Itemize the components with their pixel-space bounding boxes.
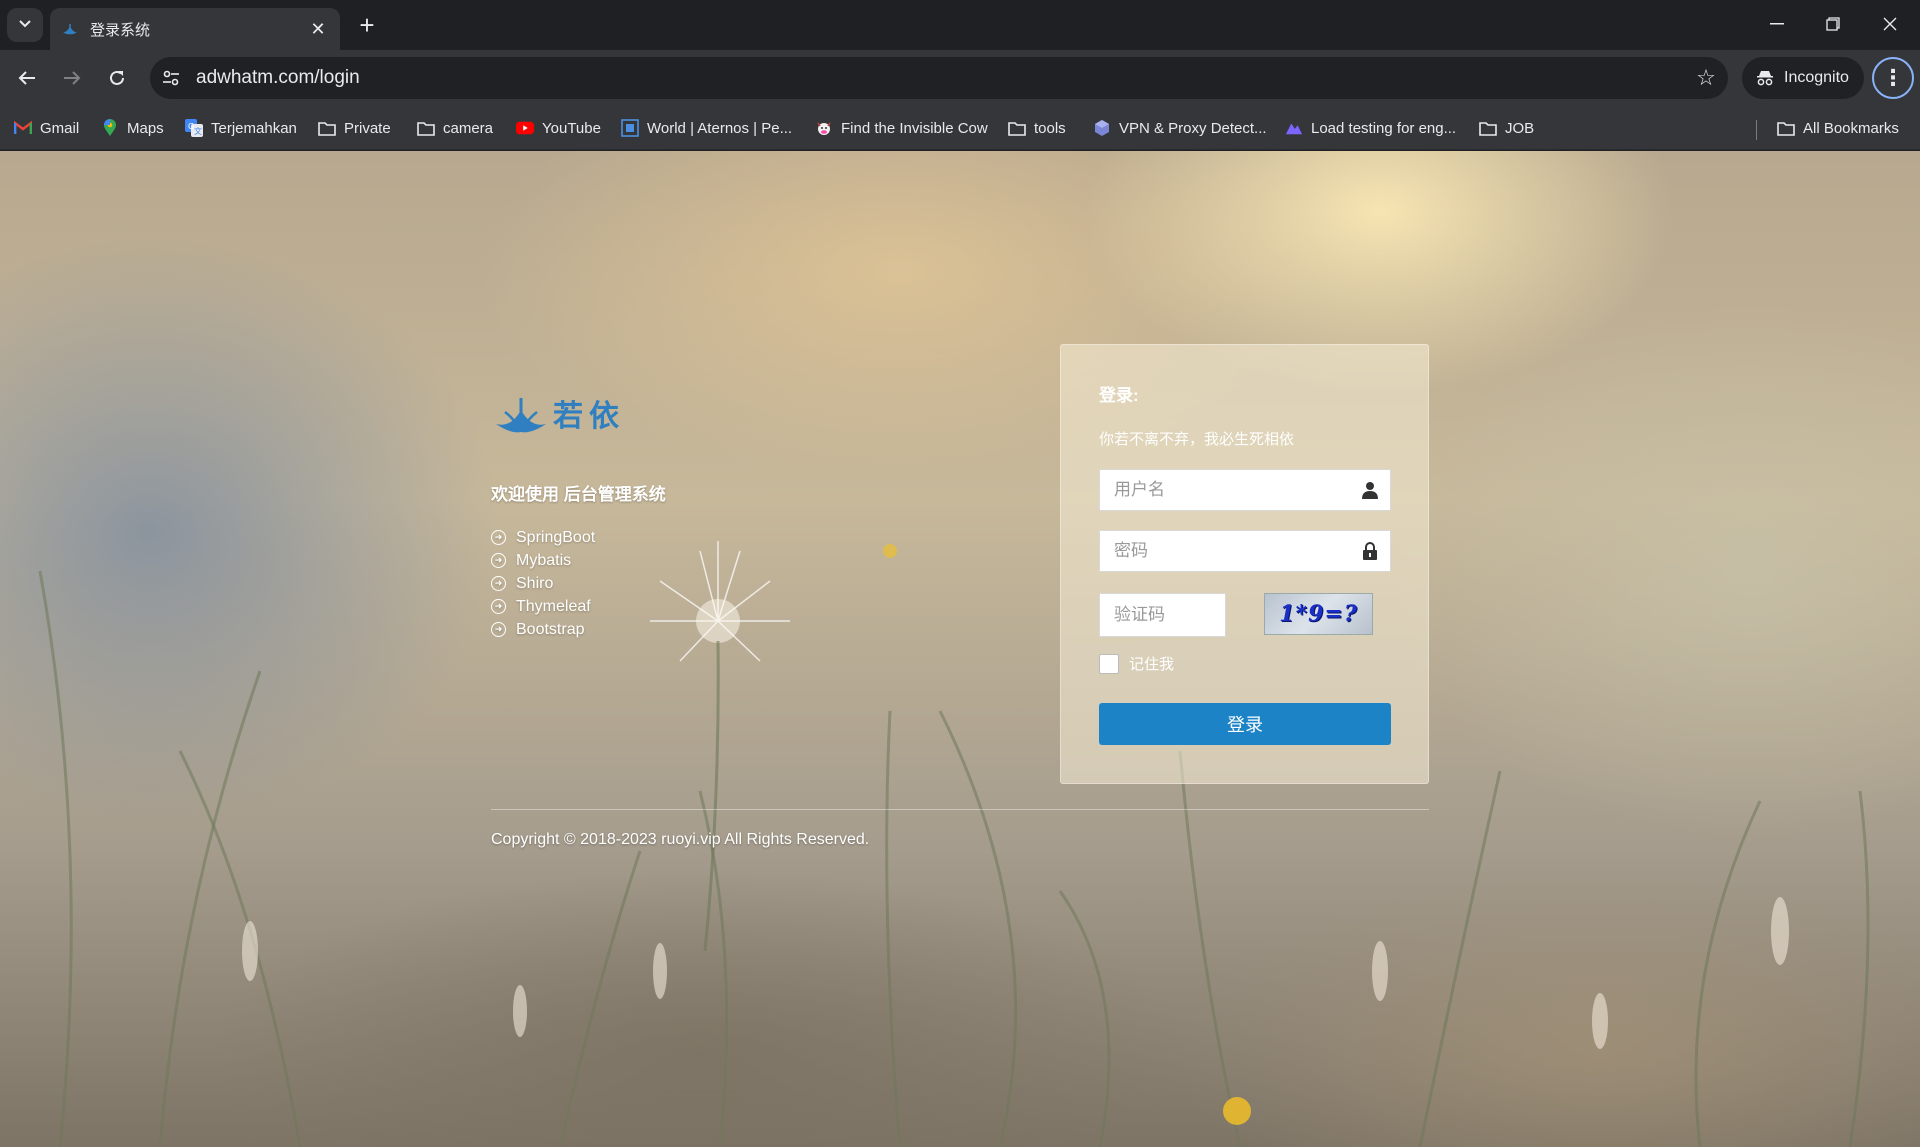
login-title: 登录: [1099,386,1139,405]
svg-text:文: 文 [194,126,202,136]
close-window-icon[interactable] [1870,8,1910,40]
bookmark-youtube[interactable]: YouTube [516,116,601,140]
chevron-down-icon [18,18,32,32]
bookmark-vpn-proxy[interactable]: VPN & Proxy Detect... [1093,116,1267,140]
remember-checkbox[interactable] [1099,653,1119,674]
feature-item: ➜ Bootstrap [491,618,595,641]
tab-title: 登录系统 [90,21,151,39]
password-field [1099,530,1391,572]
active-tab[interactable]: 登录系统 ✕ [50,8,340,50]
browser-menu-icon[interactable]: ⋮ [1872,57,1914,99]
bookmark-invisible-cow[interactable]: Find the Invisible Cow [815,116,988,140]
new-tab-button[interactable]: + [352,10,382,40]
bookmark-aternos[interactable]: World | Aternos | Pe... [621,116,792,140]
k6-icon [1285,119,1303,137]
url-text: adwhatm.com/login [196,67,360,88]
bookmark-camera[interactable]: camera [417,116,493,140]
folder-icon [1008,119,1026,137]
username-input[interactable] [1100,470,1350,510]
arrow-circle-icon: ➜ [491,599,506,614]
captcha-image[interactable]: 1*9=? [1264,593,1373,635]
login-form: 登录: 你若不离不弃，我必生死相依 1*9=? 记住我 登录 [1060,344,1429,784]
background-grass-image [38,541,1870,1147]
arrow-circle-icon: ➜ [491,622,506,637]
restore-icon[interactable] [1813,8,1853,40]
bookmark-star-icon[interactable]: ☆ [1684,57,1728,99]
welcome-heading: 欢迎使用 后台管理系统 [491,485,666,504]
incognito-indicator[interactable]: Incognito [1742,57,1864,99]
bookmarks-separator [1756,120,1757,140]
folder-icon [1479,119,1497,137]
password-input[interactable] [1100,531,1350,571]
ruoyi-favicon-icon [62,21,78,37]
feature-item: ➜ Mybatis [491,549,595,572]
minimize-icon[interactable] [1757,8,1797,40]
cow-icon [815,119,833,137]
bookmark-gmail[interactable]: Gmail [14,116,79,140]
captcha-input[interactable] [1100,594,1225,636]
tab-strip: 登录系统 ✕ + [0,0,1920,50]
username-field [1099,469,1391,511]
gmail-icon [14,119,32,137]
bookmark-maps[interactable]: Maps [101,116,164,140]
reload-icon[interactable] [101,62,133,94]
login-button[interactable]: 登录 [1099,703,1391,745]
login-subtitle: 你若不离不弃，我必生死相依 [1099,431,1295,448]
copyright-text: Copyright © 2018-2023 ruoyi.vip All Righ… [491,831,870,848]
bookmark-load-testing[interactable]: Load testing for eng... [1285,116,1456,140]
folder-icon [1777,119,1795,137]
feature-list: ➜ SpringBoot ➜ Mybatis ➜ Shiro ➜ Thymeleaf ➜… [491,526,595,641]
all-bookmarks[interactable]: All Bookmarks [1777,116,1899,140]
user-icon [1350,481,1390,499]
incognito-label: Incognito [1784,69,1849,86]
maps-icon [101,119,119,137]
bookmark-private[interactable]: Private [318,116,391,140]
footer-divider [491,809,1429,810]
browser-toolbar: adwhatm.com/login ☆ Incognito ⋮ [0,50,1920,106]
ruoyi-logo: 若依 [491,388,651,443]
tab-close-icon[interactable]: ✕ [308,19,328,39]
login-page: 若依 欢迎使用 后台管理系统 ➜ SpringBoot ➜ Mybatis ➜ Shi… [0,151,1920,1147]
arrow-circle-icon: ➜ [491,530,506,545]
aternos-icon [621,119,639,137]
remember-me[interactable]: 记住我 [1099,653,1174,674]
bookmark-job[interactable]: JOB [1479,116,1534,140]
feature-item: ➜ Thymeleaf [491,595,595,618]
folder-icon [417,119,435,137]
feature-item: ➜ Shiro [491,572,595,595]
bookmarks-bar: Gmail Maps G文 Terjemahkan Private camera… [0,106,1920,150]
feature-item: ➜ SpringBoot [491,526,595,549]
translate-icon: G文 [185,119,203,137]
captcha-field [1099,593,1226,637]
arrow-circle-icon: ➜ [491,553,506,568]
bookmark-tools[interactable]: tools [1008,116,1066,140]
folder-icon [318,119,336,137]
cube-icon [1093,119,1111,137]
site-settings-icon[interactable] [150,57,192,99]
incognito-icon [1757,71,1773,86]
remember-label: 记住我 [1129,656,1175,673]
address-bar[interactable]: adwhatm.com/login ☆ [150,57,1728,99]
arrow-circle-icon: ➜ [491,576,506,591]
svg-text:若依: 若依 [553,399,625,434]
forward-icon[interactable] [56,62,88,94]
lock-icon [1350,542,1390,560]
youtube-icon [516,119,534,137]
tab-search-button[interactable] [7,8,43,42]
bookmark-terjemahkan[interactable]: G文 Terjemahkan [185,116,297,140]
back-icon[interactable] [11,62,43,94]
